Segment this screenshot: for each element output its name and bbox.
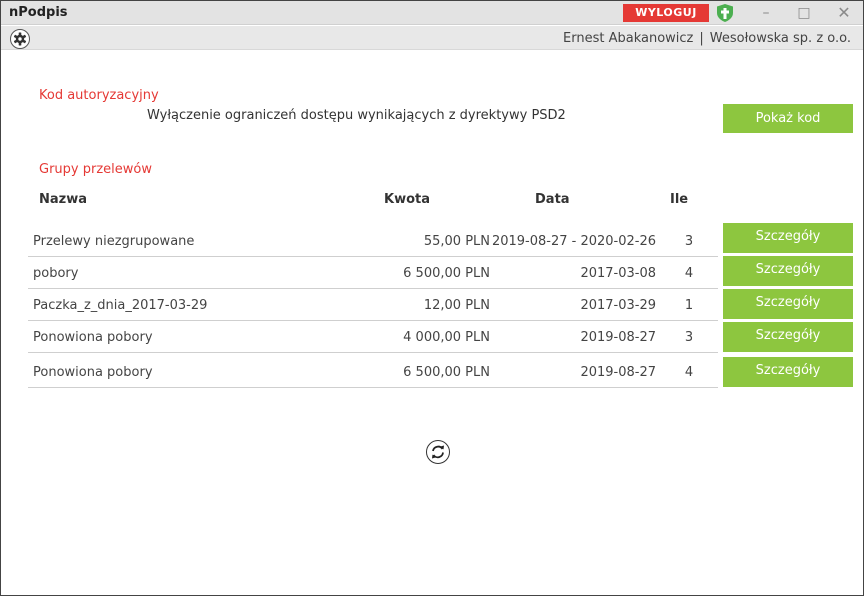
row-name: Paczka_z_dnia_2017-03-29 <box>33 298 208 313</box>
row-count: 3 <box>684 234 694 249</box>
column-header-count: Ile <box>670 192 689 207</box>
row-date: 2019-08-27 - 2020-02-26 <box>491 234 656 249</box>
close-button[interactable]: ✕ <box>829 3 859 23</box>
row-amount: 6 500,00 PLN <box>403 266 490 281</box>
title-bar: nPodpis WYLOGUJ – □ ✕ <box>1 1 863 25</box>
table-row: Ponowiona pobory 4 000,00 PLN 2019-08-27 3 <box>28 321 718 353</box>
row-date: 2017-03-29 <box>580 298 656 313</box>
details-button[interactable]: Szczegóły <box>723 357 853 387</box>
table-row: pobory 6 500,00 PLN 2017-03-08 4 <box>28 257 718 289</box>
column-header-name: Nazwa <box>39 192 88 207</box>
details-button[interactable]: Szczegóły <box>723 223 853 253</box>
user-info: Ernest Abakanowicz | Wesołowska sp. z o.o. <box>563 31 851 46</box>
row-amount: 6 500,00 PLN <box>403 365 490 380</box>
column-header-amount: Kwota <box>384 192 431 207</box>
toolbar: Ernest Abakanowicz | Wesołowska sp. z o.o. <box>1 26 863 50</box>
row-date: 2017-03-08 <box>580 266 656 281</box>
auth-section-label: Kod autoryzacyjny <box>39 88 159 103</box>
company-name: Wesołowska sp. z o.o. <box>709 31 851 46</box>
user-name: Ernest Abakanowicz <box>563 31 694 46</box>
details-button[interactable]: Szczegóły <box>723 289 853 319</box>
row-date: 2019-08-27 <box>580 330 656 345</box>
row-amount: 55,00 PLN <box>423 234 490 249</box>
row-amount: 12,00 PLN <box>423 298 490 313</box>
logout-button[interactable]: WYLOGUJ <box>623 4 709 22</box>
groups-section-label: Grupy przelewów <box>39 162 152 177</box>
table-row: Ponowiona pobory 6 500,00 PLN 2019-08-27 4 <box>28 356 718 388</box>
row-name: Ponowiona pobory <box>33 365 153 380</box>
row-amount: 4 000,00 PLN <box>403 330 490 345</box>
row-count: 4 <box>684 365 694 380</box>
row-date: 2019-08-27 <box>580 365 656 380</box>
auth-description: Wyłączenie ograniczeń dostępu wynikający… <box>147 108 566 123</box>
row-count: 1 <box>684 298 694 313</box>
row-name: Ponowiona pobory <box>33 330 153 345</box>
shield-icon[interactable] <box>714 3 736 23</box>
maximize-button[interactable]: □ <box>789 3 819 23</box>
row-name: Przelewy niezgrupowane <box>33 234 195 249</box>
details-button[interactable]: Szczegóły <box>723 256 853 286</box>
row-count: 4 <box>684 266 694 281</box>
show-code-button[interactable]: Pokaż kod <box>723 104 853 133</box>
details-button[interactable]: Szczegóły <box>723 322 853 352</box>
refresh-icon[interactable] <box>426 440 450 464</box>
app-title: nPodpis <box>9 5 68 20</box>
gear-icon[interactable] <box>10 29 30 49</box>
row-count: 3 <box>684 330 694 345</box>
app-window: nPodpis WYLOGUJ – □ ✕ Ernest Abakanowicz… <box>0 0 864 596</box>
column-header-date: Data <box>535 192 570 207</box>
row-name: pobory <box>33 266 79 281</box>
table-row: Przelewy niezgrupowane 55,00 PLN 2019-08-2… <box>28 225 718 257</box>
user-separator: | <box>699 31 704 46</box>
minimize-button[interactable]: – <box>751 3 781 23</box>
table-row: Paczka_z_dnia_2017-03-29 12,00 PLN 2017-03… <box>28 289 718 321</box>
